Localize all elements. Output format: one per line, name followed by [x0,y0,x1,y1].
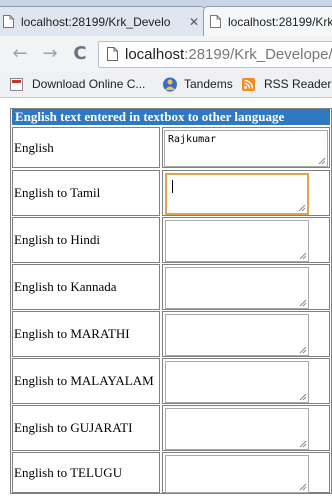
kannada-textbox[interactable] [165,267,309,309]
resize-grip-icon[interactable] [299,483,307,491]
browser-toolbar: ← → C localhost:28199/Krk_Develope/ [0,36,332,72]
language-label: English to MARATHI [12,311,160,357]
page-content: English text entered in textbox to other… [0,98,332,497]
reload-button[interactable]: C [68,42,92,66]
resize-grip-icon[interactable] [298,204,306,212]
language-label: English to Hindi [12,217,160,263]
language-label: English [12,127,160,168]
language-label: English to Tamil [12,170,160,216]
url-host: localhost [125,46,185,63]
gujarati-textbox[interactable] [165,408,309,450]
resize-grip-icon[interactable] [299,440,307,448]
table-header: English text entered in textbox to other… [12,109,330,125]
english-textbox-value: Rajkumar [168,134,217,145]
textbox-cell [162,358,330,404]
tab-strip: localhost:28199/Krk_Develo ✕ localhost:2… [0,0,332,36]
bookmark-item[interactable]: RSS Reader - [242,72,332,97]
resize-grip-icon[interactable] [299,299,307,307]
textbox-cell [162,217,330,263]
bookmarks-bar: Download Online C... Tandems RSS Reader … [0,72,332,98]
language-label: English to MALAYALAM [12,358,160,404]
bookmark-item[interactable]: Tandems [162,72,242,97]
tab-title: localhost:28199/Krk [228,15,332,29]
resize-grip-icon[interactable] [318,157,326,165]
language-label: English to TELUGU [12,452,160,493]
bookmark-label: RSS Reader - [264,77,332,91]
hindi-textbox[interactable] [165,220,309,262]
textbox-cell: Rajkumar [162,127,330,168]
tab-title: localhost:28199/Krk_Develo [21,15,171,29]
page-icon [3,15,14,28]
textbox-cell [162,405,330,451]
textbox-cell [162,452,330,493]
resize-grip-icon[interactable] [299,346,307,354]
tandems-icon [163,77,177,92]
rss-icon [242,78,255,91]
telugu-textbox[interactable] [165,455,309,493]
bookmark-item[interactable]: Download Online C... [10,72,150,97]
page-icon [210,15,221,28]
back-button[interactable]: ← [8,42,32,66]
browser-tab-active[interactable]: localhost:28199/Krk [203,6,332,36]
bookmark-page-icon [10,78,23,91]
textbox-cell [162,311,330,357]
resize-grip-icon[interactable] [299,393,307,401]
tamil-textbox[interactable] [165,173,309,215]
language-label: English to GUJARATI [12,405,160,451]
url-text: localhost:28199/Krk_Develope/ [125,42,332,67]
textbox-cell [162,170,330,216]
textbox-cell [162,264,330,310]
bookmark-label: Tandems [184,77,233,91]
url-path: :28199/Krk_Develope/ [184,46,332,63]
bookmark-label: Download Online C... [32,77,146,91]
malayalam-textbox[interactable] [165,361,309,403]
address-bar[interactable]: localhost:28199/Krk_Develope/ [98,41,332,68]
forward-button[interactable]: → [38,42,62,66]
close-tab-icon[interactable]: ✕ [189,7,199,36]
marathi-textbox[interactable] [165,314,309,356]
page-icon [107,47,118,61]
language-label: English to Kannada [12,264,160,310]
text-caret [172,180,173,193]
resize-grip-icon[interactable] [299,252,307,260]
browser-tab[interactable]: localhost:28199/Krk_Develo ✕ [0,6,206,36]
english-textbox[interactable]: Rajkumar [164,130,328,167]
